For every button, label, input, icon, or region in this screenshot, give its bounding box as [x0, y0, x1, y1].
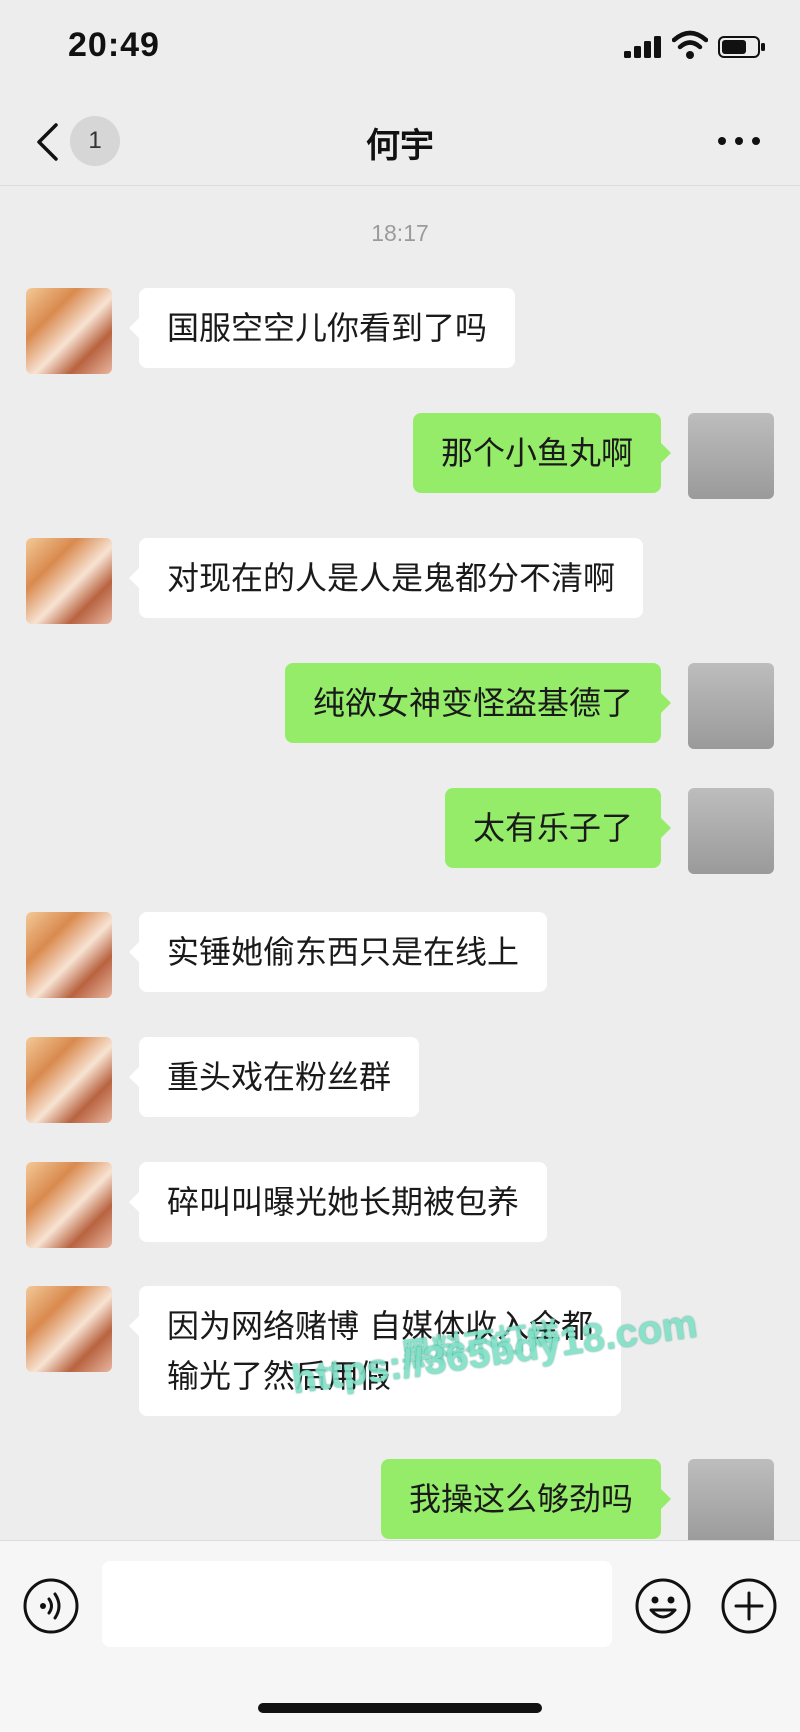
contact-avatar[interactable] [26, 538, 112, 624]
message-bubble-sent[interactable]: 那个小鱼丸啊 [412, 413, 672, 493]
emoji-icon[interactable] [634, 1577, 692, 1635]
status-bar: 20:49 [0, 0, 800, 96]
message-bubble-received[interactable]: 实锤她偷东西只是在线上 [128, 912, 548, 992]
user-avatar[interactable] [688, 1459, 774, 1545]
message-bubble-sent[interactable]: 我操这么够劲吗 [380, 1459, 672, 1539]
cellular-signal-icon [624, 36, 661, 58]
user-avatar[interactable] [688, 663, 774, 749]
contact-avatar[interactable] [26, 912, 112, 998]
message-bubble-received[interactable]: 对现在的人是人是鬼都分不清啊 [128, 538, 644, 618]
message-bubble-sent[interactable]: 纯欲女神变怪盗基德了 [284, 663, 672, 743]
unread-count-badge: 1 [70, 116, 120, 166]
message-input-bar [0, 1540, 800, 1732]
add-attachment-icon[interactable] [720, 1577, 778, 1635]
contact-avatar[interactable] [26, 1037, 112, 1123]
contact-avatar[interactable] [26, 1286, 112, 1372]
wifi-icon [672, 30, 708, 59]
message-bubble-sent[interactable]: 太有乐子了 [444, 788, 672, 868]
contact-avatar[interactable] [26, 1162, 112, 1248]
battery-icon [718, 36, 765, 58]
message-bubble-received[interactable]: 国服空空儿你看到了吗 [128, 288, 516, 368]
user-avatar[interactable] [688, 413, 774, 499]
user-avatar[interactable] [688, 788, 774, 874]
message-input[interactable] [102, 1561, 612, 1647]
back-button[interactable]: 1 [26, 116, 126, 166]
more-options-icon[interactable] [716, 126, 762, 156]
voice-input-icon[interactable] [22, 1577, 80, 1635]
message-bubble-received[interactable]: 碎叫叫曝光她长期被包养 [128, 1162, 548, 1242]
chat-title: 何宇 [366, 126, 434, 166]
home-indicator [258, 1703, 542, 1713]
status-time: 20:49 [68, 26, 160, 64]
message-bubble-received[interactable]: 重头戏在粉丝群 [128, 1037, 420, 1117]
chevron-left-icon [37, 123, 58, 161]
message-timestamp: 18:17 [371, 220, 429, 246]
contact-avatar[interactable] [26, 288, 112, 374]
chat-header: 1 何宇 [0, 96, 800, 186]
